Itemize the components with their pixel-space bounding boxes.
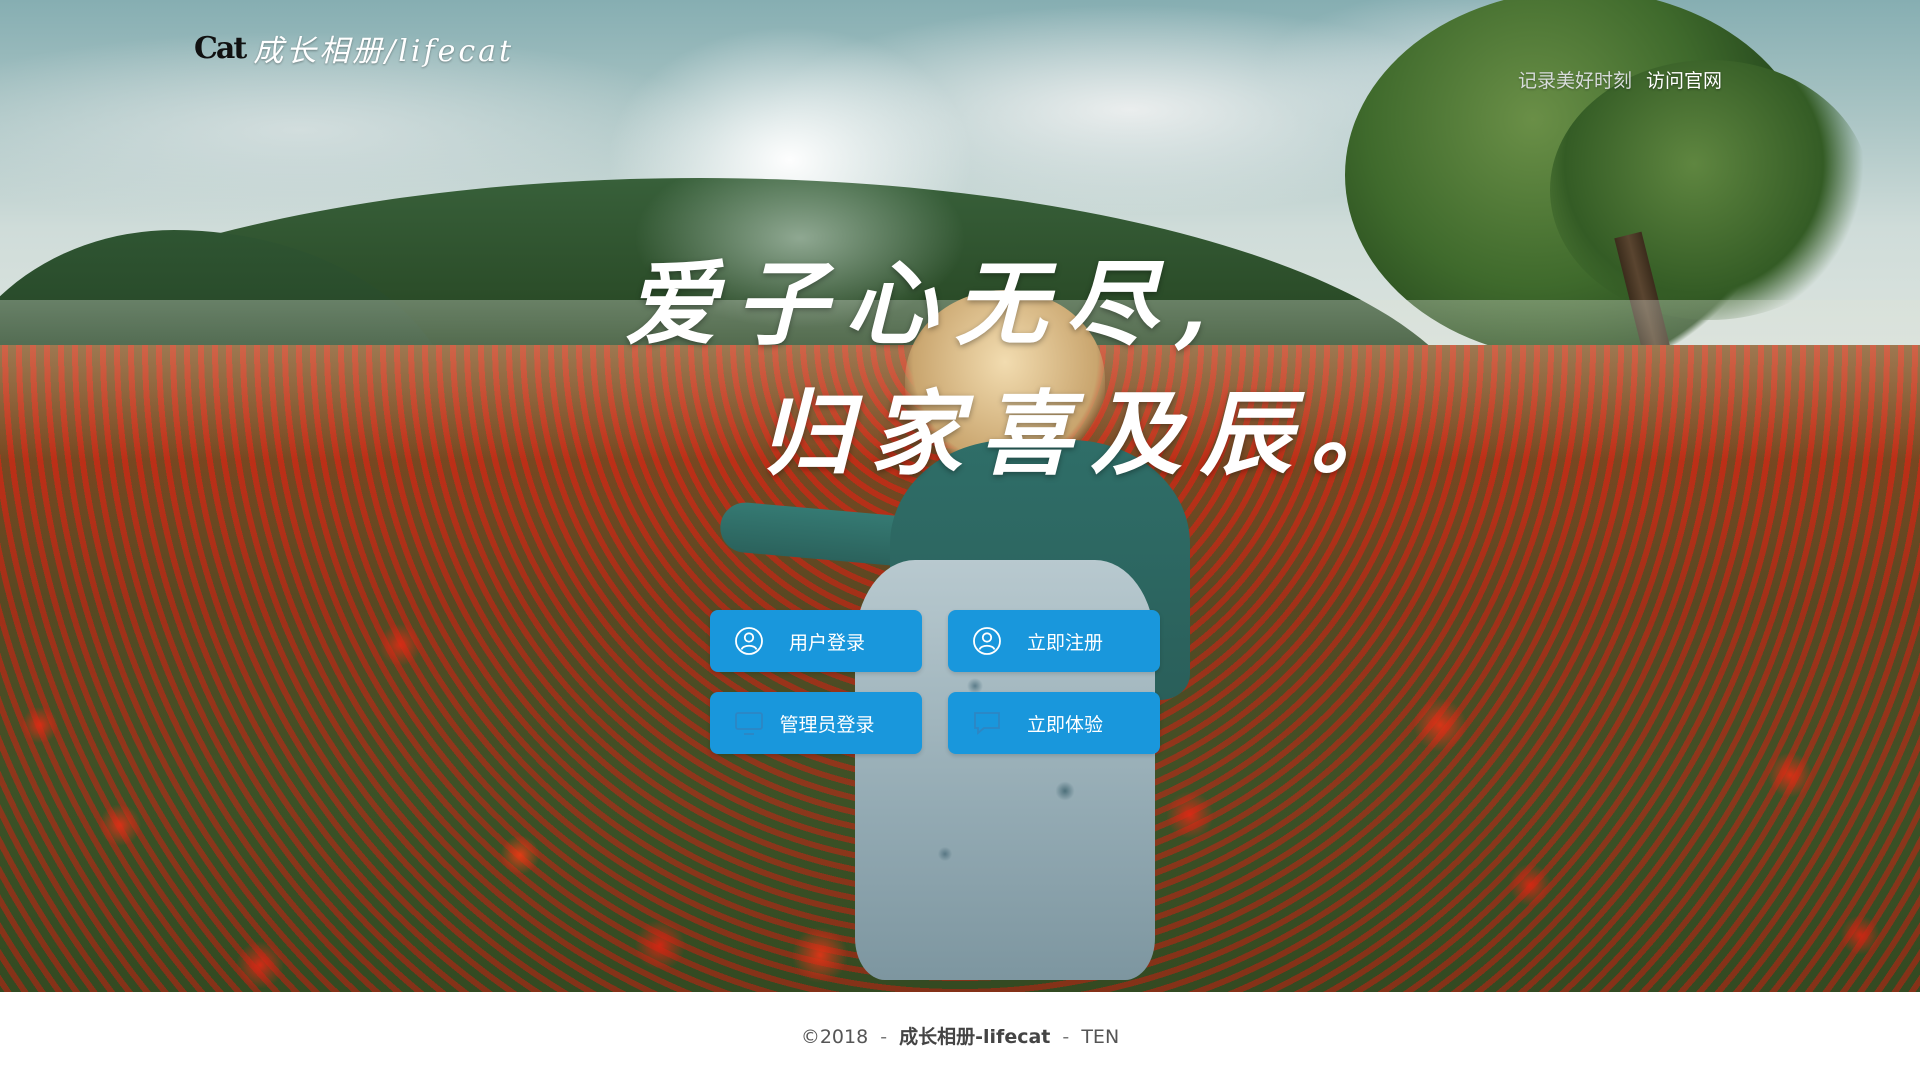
site-logo[interactable]: Cat 成长相册/lifecat: [194, 26, 514, 70]
logo-title: 成长相册/lifecat: [253, 34, 515, 69]
tagline: 记录美好时刻: [1517, 70, 1632, 92]
top-nav: 记录美好时刻 访问官网: [1518, 66, 1722, 93]
footer: ©2018 - 成长相册-lifecat - TEN: [0, 992, 1920, 1080]
admin-login-button[interactable]: 管理员登录: [710, 692, 922, 754]
copyright-year: ©2018: [800, 1026, 869, 1048]
footer-copyright: ©2018 - 成长相册-lifecat - TEN: [0, 1022, 1920, 1049]
try-now-label: 立即体验: [1026, 713, 1103, 736]
register-label: 立即注册: [1026, 631, 1103, 654]
hero-background-image: [0, 0, 1920, 992]
footer-separator: -: [880, 1026, 888, 1048]
register-button[interactable]: 立即注册: [948, 610, 1160, 672]
try-now-button[interactable]: 立即体验: [948, 692, 1160, 754]
landing-page: Cat 成长相册/lifecat 记录美好时刻 访问官网 爱子心无尽, 归家喜及…: [0, 0, 1920, 1080]
poem-line-2: 归家喜及辰。: [760, 380, 1421, 488]
chat-icon: [974, 712, 1000, 735]
visit-site-link[interactable]: 访问官网: [1646, 66, 1722, 93]
monitor-icon: [735, 712, 763, 735]
cat-logo-icon: Cat: [194, 30, 247, 66]
tree-crown-side: [1550, 60, 1870, 320]
action-buttons: 用户登录 立即注册 管理员登录 立即体验: [710, 610, 1160, 754]
footer-site-name: 成长相册-lifecat: [899, 1026, 1051, 1048]
footer-author: TEN: [1081, 1026, 1120, 1048]
poem-line-1: 爱子心无尽,: [625, 250, 1226, 358]
user-icon: [973, 627, 1001, 655]
user-login-button[interactable]: 用户登录: [710, 610, 922, 672]
user-login-label: 用户登录: [788, 631, 865, 654]
admin-login-label: 管理员登录: [779, 713, 875, 736]
user-icon: [735, 627, 763, 655]
footer-separator: -: [1062, 1026, 1070, 1048]
